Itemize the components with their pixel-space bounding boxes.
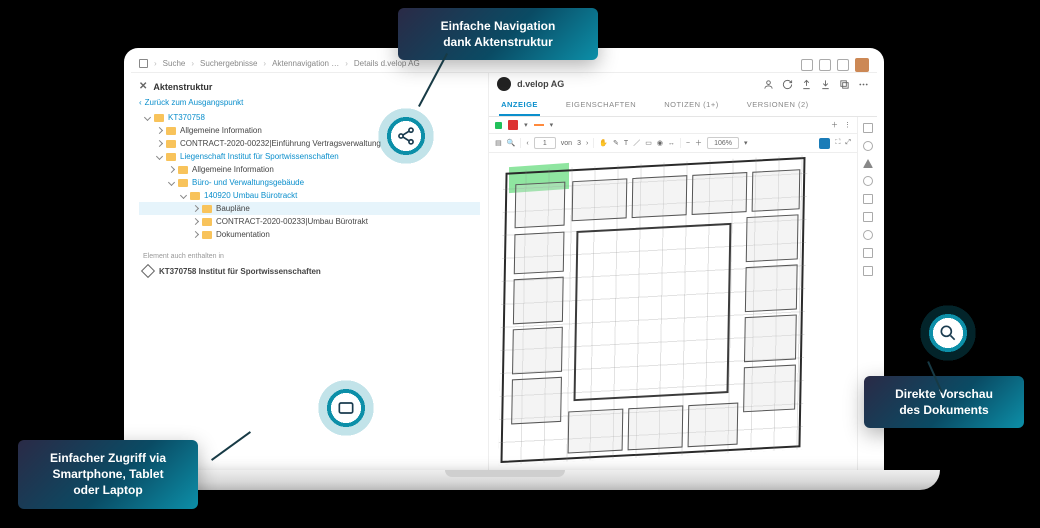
zoom-out-icon[interactable]: − <box>686 140 690 147</box>
zoom-input[interactable]: 106% <box>707 137 739 149</box>
sidebar: ✕ Aktenstruktur ‹Zurück zum Ausgangspunk… <box>131 73 489 471</box>
folder-icon <box>202 231 212 239</box>
fullscreen-icon[interactable]: ⛶ <box>835 139 840 147</box>
search-icon[interactable]: 🔍 <box>507 139 516 147</box>
folder-icon <box>178 166 188 174</box>
chevron-down-icon[interactable]: ▾ <box>744 139 748 147</box>
link-icon[interactable] <box>863 248 873 258</box>
folder-icon <box>202 218 212 226</box>
tree-node[interactable]: Baupläne <box>139 202 480 215</box>
copy-icon[interactable] <box>839 79 850 90</box>
laptop-base <box>70 470 940 490</box>
tab-anzeige[interactable]: ANZEIGE <box>499 95 540 116</box>
upload-icon[interactable] <box>801 79 812 90</box>
tab-eigenschaften[interactable]: EIGENSCHAFTEN <box>564 95 638 116</box>
tree-node[interactable]: 140920 Umbau Bürotrackt <box>139 189 480 202</box>
list-icon[interactable] <box>819 59 831 71</box>
panel-icon[interactable] <box>837 59 849 71</box>
more-icon[interactable]: ⋮ <box>844 121 851 129</box>
tree-node[interactable]: CONTRACT-2020-00233|Umbau Bürotrakt <box>139 215 480 228</box>
viewer-toolbar-nav: ▤ 🔍 ‹ 1 von 3 › ✋ ✎ T ／ <box>489 134 857 153</box>
viewer-toolbar-annot: ▾ ▾ ＋ ⋮ <box>489 117 857 134</box>
folder-icon <box>190 192 200 200</box>
device-icon <box>318 380 374 436</box>
tabs: ANZEIGE EIGENSCHAFTEN NOTIZEN (1+) VERSI… <box>489 95 877 117</box>
avatar-icon[interactable] <box>855 58 869 72</box>
folder-icon <box>202 205 212 213</box>
callout-preview: Direkte Vorschaudes Dokuments <box>864 376 1024 428</box>
close-icon[interactable]: ✕ <box>139 81 147 92</box>
magnify-icon <box>920 305 976 361</box>
folder-icon <box>166 127 176 135</box>
refresh-icon[interactable] <box>782 79 793 90</box>
page-input[interactable]: 1 <box>534 137 556 149</box>
related-label: Element auch enthalten in <box>139 253 480 260</box>
status-dot-icon <box>495 122 502 129</box>
folder-icon <box>166 153 176 161</box>
share-icon <box>378 108 434 164</box>
stroke-icon[interactable] <box>534 124 544 126</box>
pdf-icon <box>508 120 518 130</box>
back-link[interactable]: ‹Zurück zum Ausgangspunkt <box>139 96 480 111</box>
document-preview[interactable] <box>489 153 857 471</box>
doc-title: d.velop AG <box>517 79 564 89</box>
text-icon[interactable]: T <box>624 140 628 147</box>
next-page-icon[interactable]: › <box>586 140 588 147</box>
home-icon[interactable] <box>139 59 148 68</box>
folder-icon <box>178 179 188 187</box>
detail-panel: d.velop AG ANZEIGE EIGENSCHAFTEN NOTIZEN… <box>489 73 877 471</box>
prev-page-icon[interactable]: ‹ <box>526 140 528 147</box>
chevron-down-icon[interactable]: ▾ <box>550 121 554 129</box>
expand-icon[interactable]: ⤢ <box>845 139 851 147</box>
tree-node[interactable]: Dokumentation <box>139 228 480 241</box>
breadcrumb-item[interactable]: Details d.velop AG <box>354 59 420 68</box>
pan-icon[interactable]: ✋ <box>599 139 608 147</box>
info-icon[interactable] <box>863 230 873 240</box>
share-icon[interactable] <box>863 194 873 204</box>
triangle-icon[interactable] <box>863 159 873 168</box>
folder-icon <box>166 140 176 148</box>
grid-icon[interactable] <box>801 59 813 71</box>
diamond-icon <box>141 264 155 278</box>
chevron-down-icon[interactable]: ▾ <box>524 121 528 129</box>
layers-icon[interactable] <box>863 266 873 276</box>
sidebar-toggle-icon[interactable]: ▤ <box>495 139 502 147</box>
tag-icon[interactable] <box>863 176 873 186</box>
breadcrumb-item[interactable]: Aktennavigation … <box>272 59 339 68</box>
breadcrumb-item[interactable]: Suche <box>163 59 186 68</box>
doc-avatar-icon <box>497 77 511 91</box>
header-icons <box>801 58 869 72</box>
zoom-in-icon[interactable]: ＋ <box>695 138 702 148</box>
fit-icon[interactable] <box>819 138 830 149</box>
tree-node[interactable]: Büro- und Verwaltungsgebäude <box>139 176 480 189</box>
folder-icon <box>154 114 164 122</box>
stamp-icon[interactable]: ◉ <box>657 139 663 147</box>
measure-icon[interactable]: ↔ <box>668 140 675 147</box>
callout-navigation: Einfache Navigationdank Aktenstruktur <box>398 8 598 60</box>
tab-notizen[interactable]: NOTIZEN (1+) <box>662 95 721 116</box>
sidebar-title-text: Aktenstruktur <box>153 82 212 92</box>
tree-node[interactable]: Allgemeine Information <box>139 163 480 176</box>
edit-icon[interactable] <box>863 123 873 133</box>
line-icon[interactable]: ／ <box>633 138 640 148</box>
bookmark-icon[interactable] <box>863 212 873 222</box>
breadcrumb-item[interactable]: Suchergebnisse <box>200 59 257 68</box>
download-icon[interactable] <box>820 79 831 90</box>
rect-icon[interactable]: ▭ <box>645 139 652 147</box>
note-icon[interactable] <box>863 141 873 151</box>
user-icon[interactable] <box>763 79 774 90</box>
pencil-icon[interactable]: ✎ <box>613 139 619 147</box>
related-item[interactable]: KT370758 Institut für Sportwissenschafte… <box>139 260 480 282</box>
more-icon[interactable] <box>858 79 869 90</box>
tab-versionen[interactable]: VERSIONEN (2) <box>745 95 811 116</box>
callout-access: Einfacher Zugriff viaSmartphone, Tableto… <box>18 440 198 509</box>
